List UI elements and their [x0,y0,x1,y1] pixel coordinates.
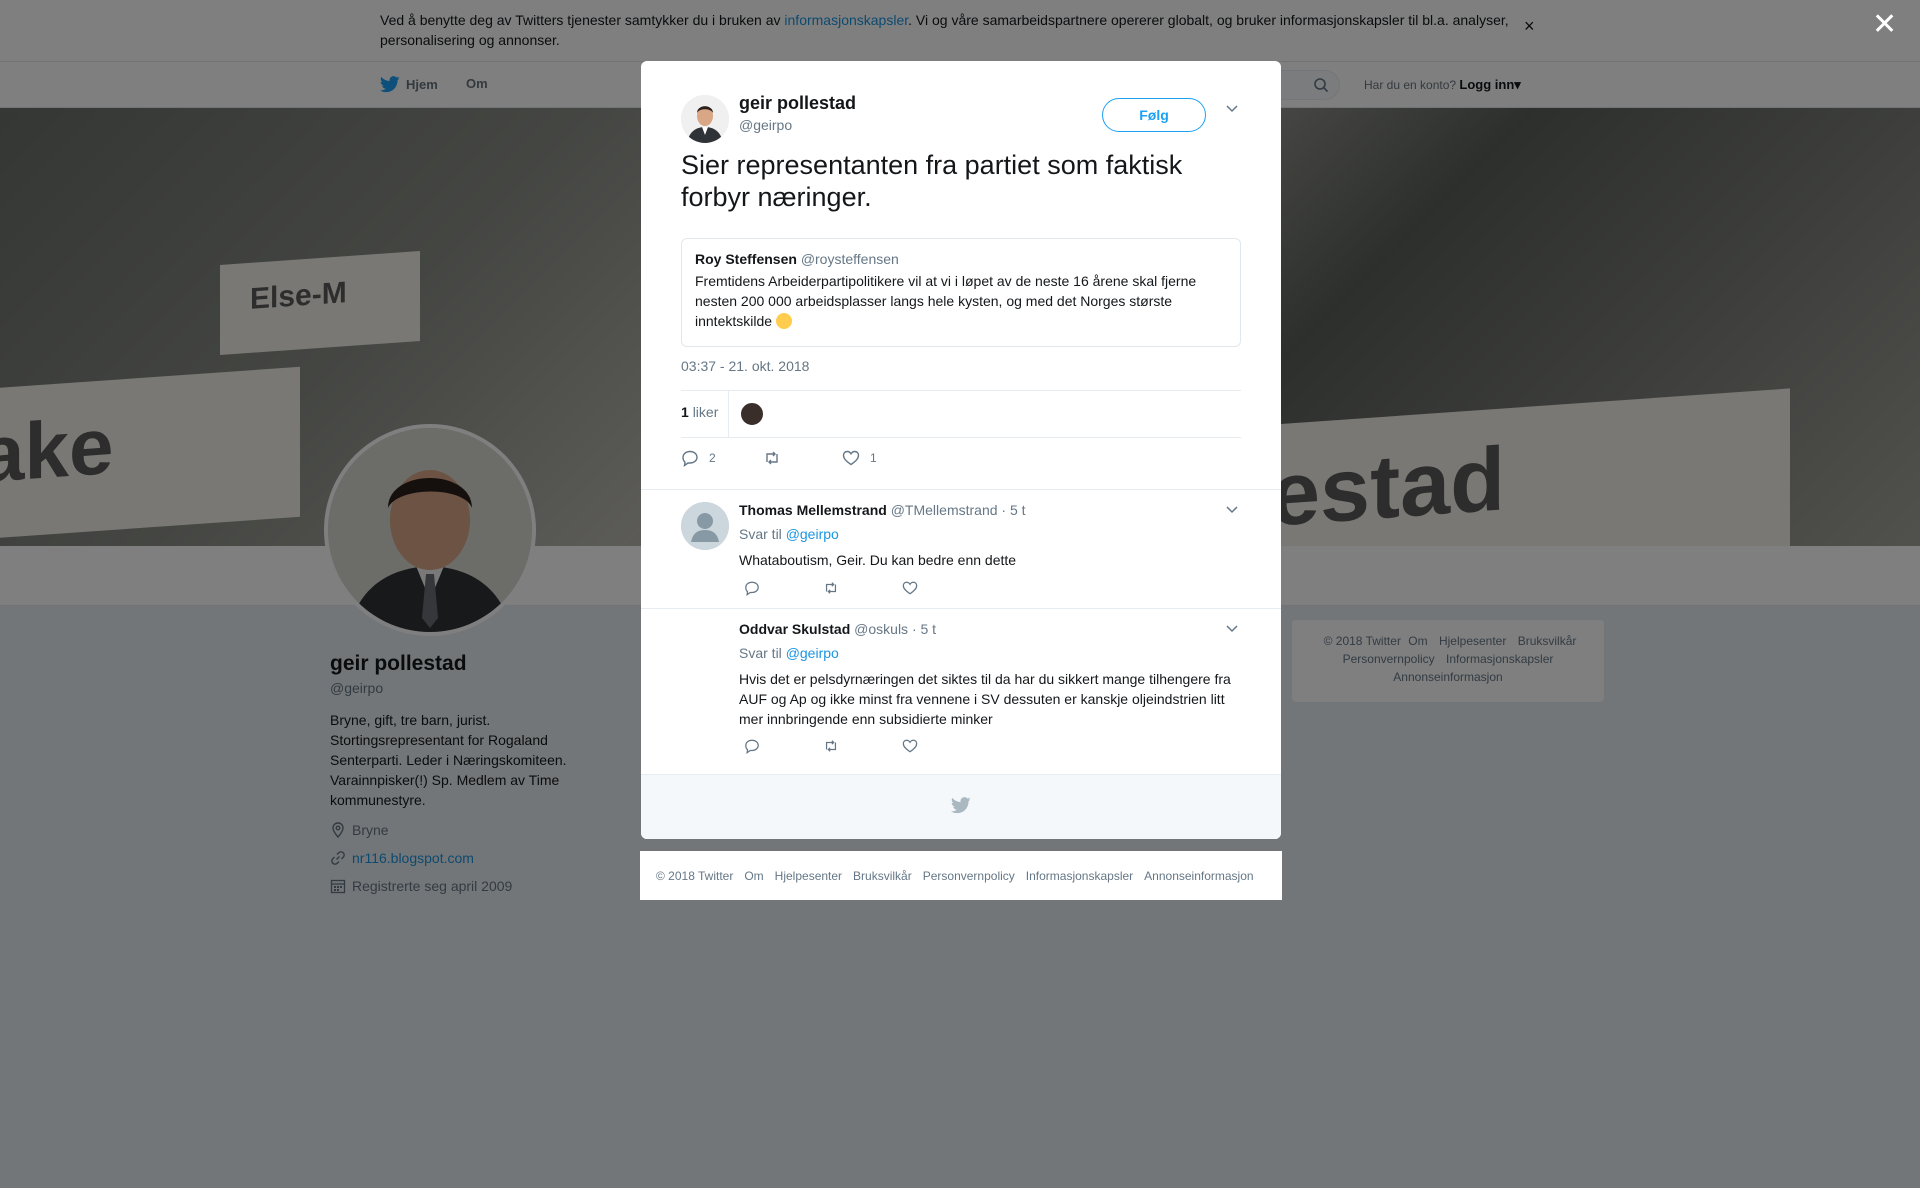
reply-author-handle[interactable]: @TMellemstrand [891,502,998,518]
twitter-bird-icon [951,797,971,814]
likes-count: 1 [681,404,689,420]
close-modal-button[interactable]: ✕ [1872,10,1897,40]
retweet-button[interactable] [763,449,781,467]
retweet-icon [825,582,837,594]
quoted-tweet-header: Roy Steffensen @roysteffensen [695,251,1227,267]
quoted-author-name: Roy Steffensen [695,251,797,267]
quoted-tweet[interactable]: Roy Steffensen @roysteffensen Fremtidens… [681,238,1241,347]
footer-copyright: © 2018 Twitter [656,868,734,883]
footer-link-cookies[interactable]: Informasjonskapsler [1026,869,1133,883]
like-button[interactable]: 1 [842,449,877,467]
footer-link-help[interactable]: Hjelpesenter [775,869,842,883]
heart-icon [842,450,860,466]
flushed-face-emoji-icon [775,313,792,329]
default-avatar[interactable] [681,502,729,550]
footer-link-terms[interactable]: Bruksvilkår [853,869,912,883]
quoted-text-content: Fremtidens Arbeiderpartipolitikere vil a… [695,273,1197,329]
tweet-author-avatar[interactable] [681,95,729,143]
stats-divider [728,391,729,437]
likes-stat[interactable]: 1 liker [681,404,718,420]
like-button[interactable] [902,580,918,601]
reply-author-handle[interactable]: @oskuls [854,621,908,637]
reply-button[interactable]: 2 [681,449,716,467]
reply-tweet[interactable]: Thomas Mellemstrand @TMellemstrand · 5 t… [641,489,1281,608]
tweet-text: Sier representanten fra partiet som fakt… [681,150,1183,212]
reply-icon [745,739,759,755]
modal-page-footer: © 2018 Twitter Om Hjelpesenter Bruksvilk… [640,851,1282,900]
chevron-down-icon[interactable] [1225,621,1239,635]
heart-icon [902,739,918,753]
reply-author-name[interactable]: Thomas Mellemstrand [739,502,887,518]
reply-button[interactable] [744,738,760,759]
retweet-button[interactable] [823,580,839,601]
reply-tweet[interactable]: Oddvar Skulstad @oskuls · 5 t Svar til @… [641,608,1281,774]
reply-count: 2 [709,451,716,465]
reply-icon [745,581,759,597]
liker-avatar[interactable] [740,402,764,426]
reply-header: Thomas Mellemstrand @TMellemstrand · 5 t [739,502,1026,518]
retweet-button[interactable] [823,738,839,759]
reply-text: Hvis det er pelsdyrnæringen det siktes t… [739,671,1231,727]
reply-context: Svar til @geirpo [739,645,839,661]
footer-link-ads[interactable]: Annonseinformasjon [1144,869,1253,883]
reply-mention-link[interactable]: @geirpo [786,645,839,661]
tweet-timestamp[interactable]: 03:37 - 21. okt. 2018 [681,358,809,374]
reply-button[interactable] [744,580,760,601]
reply-author-name[interactable]: Oddvar Skulstad [739,621,850,637]
retweet-icon [766,451,778,465]
footer-link-about[interactable]: Om [744,869,763,883]
person-photo [681,95,729,143]
footer-link-privacy[interactable]: Personvernpolicy [923,869,1015,883]
chevron-down-icon[interactable] [1225,502,1239,516]
quoted-author-handle: @roysteffensen [800,251,899,267]
modal-footer [641,774,1281,839]
like-button[interactable] [902,738,918,759]
heart-icon [902,581,918,595]
like-count: 1 [870,451,877,465]
likes-label: liker [692,404,719,420]
reply-time[interactable]: · 5 t [912,621,936,637]
reply-context: Svar til @geirpo [739,526,839,542]
tweet-modal: geir pollestad @geirpo Følg Sier represe… [641,61,1281,839]
reply-header: Oddvar Skulstad @oskuls · 5 t [739,621,936,637]
retweet-icon [825,740,837,752]
reply-to-label: Svar til [739,526,782,542]
tweet-author-handle[interactable]: @geirpo [739,117,792,133]
reply-to-label: Svar til [739,645,782,661]
tweet-stats: 1 liker [681,390,1241,438]
default-user-icon [681,502,729,550]
follow-button[interactable]: Følg [1102,98,1206,132]
tweet-author-name[interactable]: geir pollestad [739,93,856,114]
quoted-tweet-text: Fremtidens Arbeiderpartipolitikere vil a… [695,271,1227,331]
chevron-down-icon[interactable] [1225,101,1239,115]
reply-mention-link[interactable]: @geirpo [786,526,839,542]
reply-time[interactable]: · 5 t [1001,502,1025,518]
tweet-actions: 2 1 [681,449,1241,469]
reply-icon [682,450,698,467]
reply-text: Whataboutism, Geir. Du kan bedre enn det… [739,552,1017,568]
